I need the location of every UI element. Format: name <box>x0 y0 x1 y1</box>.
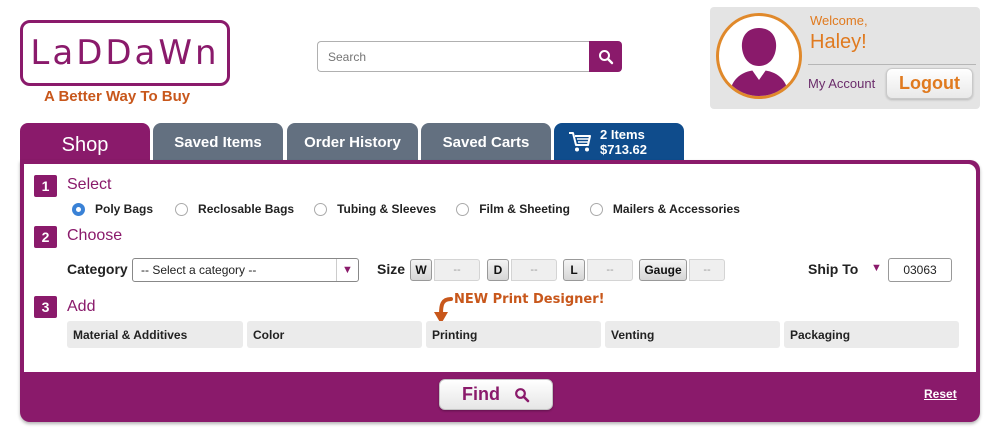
category-label: Category <box>67 261 128 277</box>
search-input[interactable] <box>317 41 589 72</box>
dropdown-arrow-icon[interactable]: ▼ <box>336 259 358 281</box>
search-bar <box>317 41 622 72</box>
gauge-value[interactable]: -- <box>689 259 725 281</box>
size-label: Size <box>377 261 406 277</box>
ship-to-zip-input[interactable]: 03063 <box>888 258 952 282</box>
find-button[interactable]: Find <box>439 379 553 410</box>
depth-value[interactable]: -- <box>511 259 557 281</box>
user-name: Haley! <box>810 31 867 53</box>
add-color[interactable]: Color <box>247 321 422 348</box>
radio-label: Mailers & Accessories <box>612 202 740 216</box>
step-3-title: Add <box>67 298 96 315</box>
radio-button[interactable] <box>314 202 328 216</box>
tab-cart[interactable]: 2 Items $713.62 <box>554 123 684 161</box>
radio-poly-bags[interactable]: Poly Bags <box>72 202 153 216</box>
radio-mailers-accessories[interactable]: Mailers & Accessories <box>589 202 740 216</box>
find-label: Find <box>462 384 500 404</box>
radio-label: Film & Sheeting <box>479 202 570 216</box>
radio-button[interactable] <box>175 202 189 216</box>
my-account-link[interactable]: My Account <box>808 76 875 91</box>
user-silhouette-icon <box>729 28 789 96</box>
tab-order-history[interactable]: Order History <box>287 123 418 161</box>
ship-to-label: Ship To <box>808 261 859 277</box>
length-field[interactable]: L -- <box>563 259 633 281</box>
radio-tubing-sleeves[interactable]: Tubing & Sleeves <box>314 202 436 216</box>
step-1-title: Select <box>67 176 112 193</box>
category-select[interactable]: -- Select a category -- ▼ <box>132 258 359 282</box>
radio-label: Tubing & Sleeves <box>337 202 437 216</box>
shop-panel: 1 Select Poly Bags Reclosable Bags Tubin… <box>20 160 980 422</box>
radio-label: Poly Bags <box>95 202 154 216</box>
add-packaging[interactable]: Packaging <box>784 321 959 348</box>
radio-button[interactable] <box>72 202 85 216</box>
radio-film-sheeting[interactable]: Film & Sheeting <box>456 202 570 216</box>
welcome-text: Welcome, <box>810 13 868 28</box>
reset-link[interactable]: Reset <box>924 387 957 401</box>
width-value[interactable]: -- <box>434 259 480 281</box>
product-type-options: Poly Bags Reclosable Bags Tubing & Sleev… <box>72 202 760 216</box>
add-material-additives[interactable]: Material & Additives <box>67 321 243 348</box>
depth-key[interactable]: D <box>487 259 509 281</box>
depth-field[interactable]: D -- <box>487 259 557 281</box>
gauge-key[interactable]: Gauge <box>639 259 687 281</box>
ship-to-dropdown-icon[interactable]: ▼ <box>871 262 882 274</box>
search-icon <box>515 387 530 402</box>
add-printing[interactable]: Printing <box>426 321 601 348</box>
account-panel: Welcome, Haley! My Account Logout <box>710 7 980 109</box>
cart-total: $713.62 <box>600 142 647 157</box>
cart-icon <box>569 132 591 152</box>
add-venting[interactable]: Venting <box>605 321 780 348</box>
radio-label: Reclosable Bags <box>198 202 295 216</box>
print-designer-promo[interactable]: NEW Print Designer! <box>454 292 605 307</box>
width-key[interactable]: W <box>410 259 432 281</box>
account-divider <box>808 64 976 65</box>
search-button[interactable] <box>589 41 622 72</box>
width-field[interactable]: W -- <box>410 259 480 281</box>
radio-button[interactable] <box>589 202 603 216</box>
radio-reclosable-bags[interactable]: Reclosable Bags <box>175 202 294 216</box>
length-key[interactable]: L <box>563 259 585 281</box>
length-value[interactable]: -- <box>587 259 633 281</box>
tab-saved-carts[interactable]: Saved Carts <box>421 123 551 161</box>
tab-saved-items[interactable]: Saved Items <box>153 123 283 161</box>
logo[interactable]: LaDDaWn <box>20 20 230 86</box>
step-2-number: 2 <box>34 226 57 248</box>
radio-button[interactable] <box>456 202 470 216</box>
category-select-value: -- Select a category -- <box>141 263 257 277</box>
cart-item-count: 2 Items <box>600 127 645 142</box>
step-2-title: Choose <box>67 227 123 244</box>
logout-button[interactable]: Logout <box>886 68 973 99</box>
shop-form: 1 Select Poly Bags Reclosable Bags Tubin… <box>24 164 976 372</box>
search-icon <box>598 49 613 64</box>
step-3-number: 3 <box>34 296 57 318</box>
step-1-number: 1 <box>34 175 57 197</box>
gauge-field[interactable]: Gauge -- <box>639 259 725 281</box>
avatar[interactable] <box>716 13 802 99</box>
tagline: A Better Way To Buy <box>44 88 191 105</box>
logo-text: LaDDaWn <box>30 33 220 73</box>
